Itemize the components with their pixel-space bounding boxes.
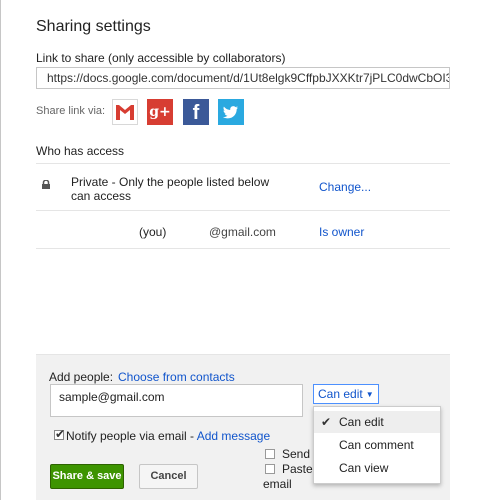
divider [36,210,450,211]
menu-item-can-edit[interactable]: ✔ Can edit [314,411,440,433]
owner-name: (you) [139,225,167,239]
send-checkbox[interactable] [265,449,275,459]
private-access-text: Private - Only the people listed below c… [71,175,270,203]
link-share-label: Link to share (only accessible by collab… [36,51,286,65]
owner-email: @gmail.com [209,225,276,239]
menu-item-label: Can edit [339,415,384,429]
email-label: email [263,477,292,491]
permission-menu: ✔ Can edit Can comment Can view [313,406,441,484]
add-message-link[interactable]: Add message [197,429,270,443]
google-plus-icon[interactable]: g+ [147,99,173,125]
chevron-down-icon: ▼ [365,390,374,399]
add-people-label: Add people: [49,370,114,384]
twitter-icon[interactable] [218,99,244,125]
notify-text: Notify people via email - [66,429,197,443]
choose-from-contacts-link[interactable]: Choose from contacts [118,370,235,384]
dialog-title: Sharing settings [36,18,151,35]
notify-checkbox[interactable]: ✔ [54,427,66,441]
owner-role: Is owner [319,225,365,239]
menu-item-can-view[interactable]: Can view [314,457,440,479]
checkmark-icon: ✔ [55,427,66,441]
share-url-field[interactable]: https://docs.google.com/document/d/1Ut8e… [36,67,450,89]
window-edge [0,0,1,500]
notify-label: Notify people via email - Add message [66,429,270,443]
menu-item-can-comment[interactable]: Can comment [314,434,440,456]
checkmark-icon: ✔ [321,415,332,429]
share-via-label: Share link via: [36,105,106,117]
divider [36,163,450,164]
change-access-link[interactable]: Change... [319,180,371,194]
lock-icon [42,180,50,189]
facebook-icon[interactable]: f [183,99,209,125]
menu-item-label: Can view [339,461,389,475]
cancel-button[interactable]: Cancel [139,464,198,489]
who-has-access-heading: Who has access [36,144,125,158]
share-save-button[interactable]: Share & save [50,464,124,489]
menu-item-label: Can comment [339,438,414,452]
paste-checkbox[interactable] [265,464,275,474]
add-people-input[interactable]: sample@gmail.com [50,384,303,417]
divider [36,248,450,249]
permission-dropdown-label: Can edit [318,387,363,401]
gmail-icon[interactable] [112,99,138,125]
permission-dropdown-button[interactable]: Can edit ▼ [313,384,379,404]
